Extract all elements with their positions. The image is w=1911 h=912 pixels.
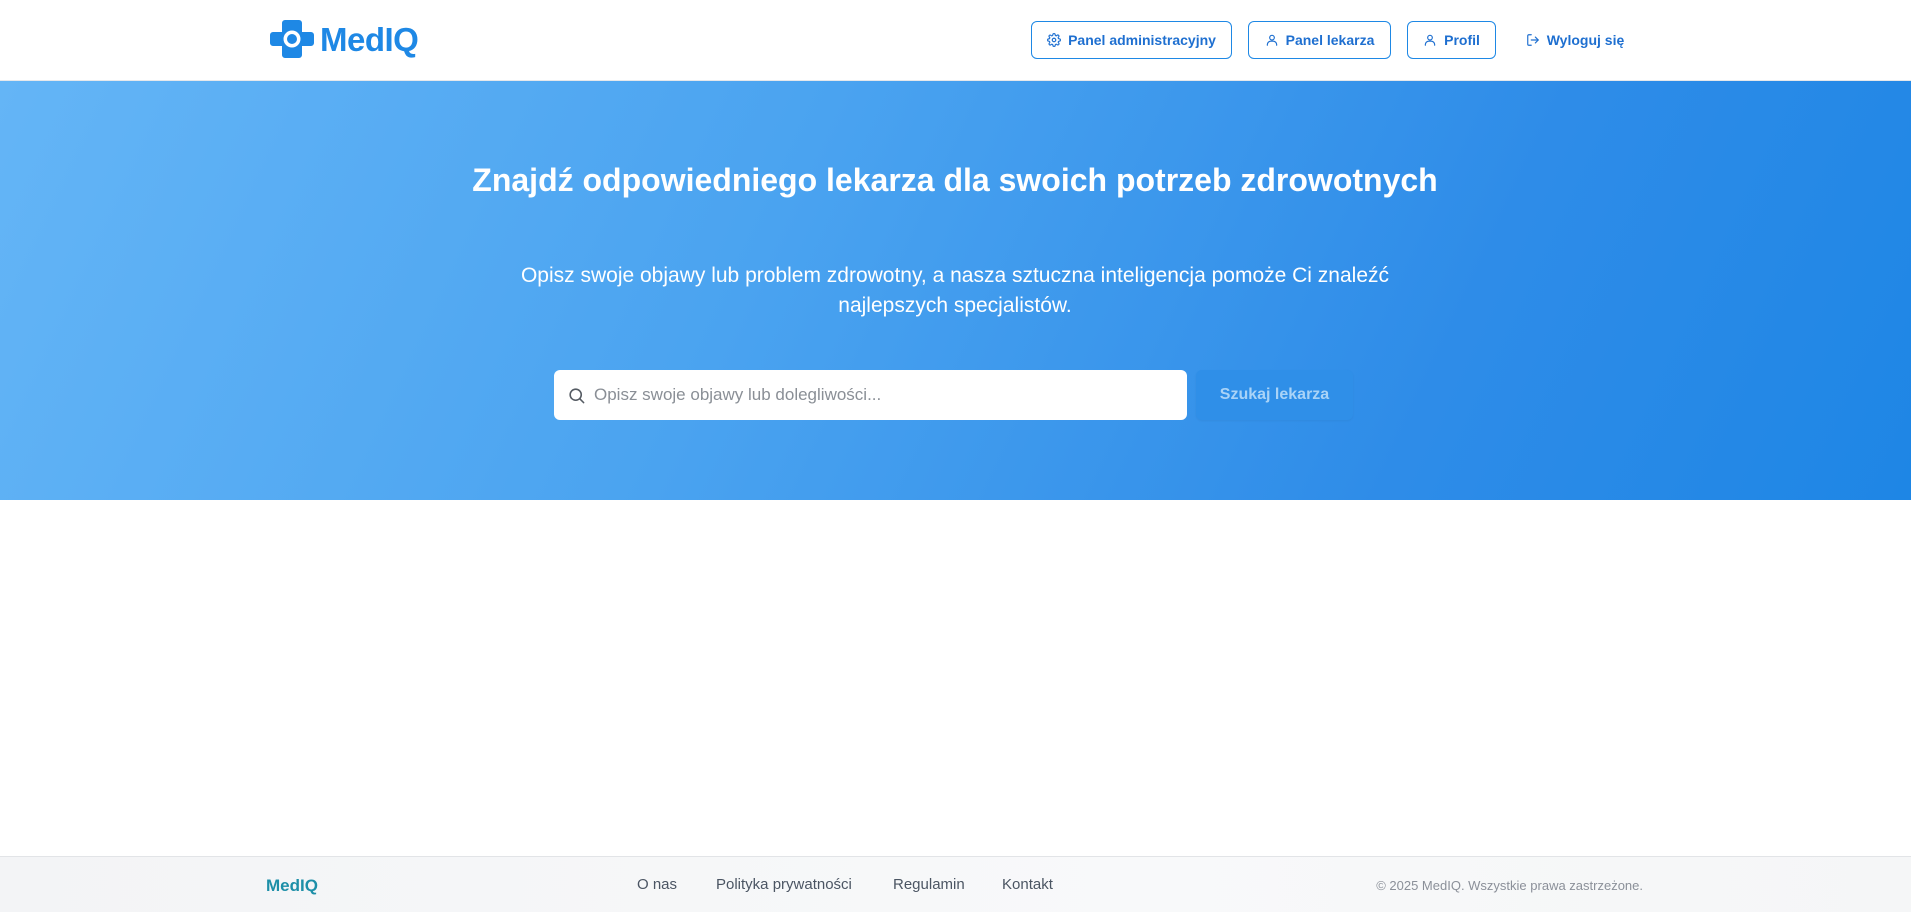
search-doctor-button[interactable]: Szukaj lekarza bbox=[1196, 370, 1353, 420]
footer-logo[interactable]: MedIQ bbox=[266, 876, 318, 896]
footer: MedIQ O nas Polityka prywatności Regulam… bbox=[0, 856, 1911, 912]
footer-link-privacy[interactable]: Polityka prywatności bbox=[716, 876, 852, 893]
footer-link-terms[interactable]: Regulamin bbox=[893, 876, 965, 893]
footer-link-about[interactable]: O nas bbox=[637, 876, 677, 893]
profile-label: Profil bbox=[1444, 32, 1480, 48]
doctor-panel-button[interactable]: Panel lekarza bbox=[1248, 21, 1391, 59]
logout-icon bbox=[1526, 34, 1539, 46]
footer-copyright: © 2025 MedIQ. Wszystkie prawa zastrzeżon… bbox=[1376, 878, 1643, 893]
logo-text: MedIQ bbox=[320, 20, 419, 58]
user-icon bbox=[1266, 34, 1277, 46]
admin-panel-button[interactable]: Panel administracyjny bbox=[1031, 21, 1232, 59]
hero-title: Znajdź odpowiedniego lekarza dla swoich … bbox=[472, 162, 1438, 198]
logout-label: Wyloguj się bbox=[1546, 32, 1625, 48]
gear-icon bbox=[1047, 33, 1062, 47]
medical-cross-icon bbox=[270, 20, 314, 58]
logo[interactable]: MedIQ bbox=[270, 18, 419, 60]
top-header: MedIQ Panel administracyjny Panel lekarz… bbox=[0, 0, 1911, 81]
doctor-panel-label: Panel lekarza bbox=[1285, 32, 1375, 48]
symptoms-search-input[interactable] bbox=[594, 370, 1179, 420]
search-icon bbox=[569, 388, 585, 404]
hero-subtitle: Opisz swoje objawy lub problem zdrowotny… bbox=[520, 264, 1390, 317]
profile-button[interactable]: Profil bbox=[1407, 21, 1496, 59]
footer-link-contact[interactable]: Kontakt bbox=[1002, 876, 1053, 893]
user-icon bbox=[1424, 34, 1436, 46]
search-box bbox=[554, 370, 1187, 420]
hero-section: Znajdź odpowiedniego lekarza dla swoich … bbox=[0, 81, 1911, 500]
logout-button[interactable]: Wyloguj się bbox=[1520, 21, 1630, 59]
admin-panel-label: Panel administracyjny bbox=[1068, 32, 1216, 48]
page: MedIQ Panel administracyjny Panel lekarz… bbox=[0, 0, 1911, 912]
